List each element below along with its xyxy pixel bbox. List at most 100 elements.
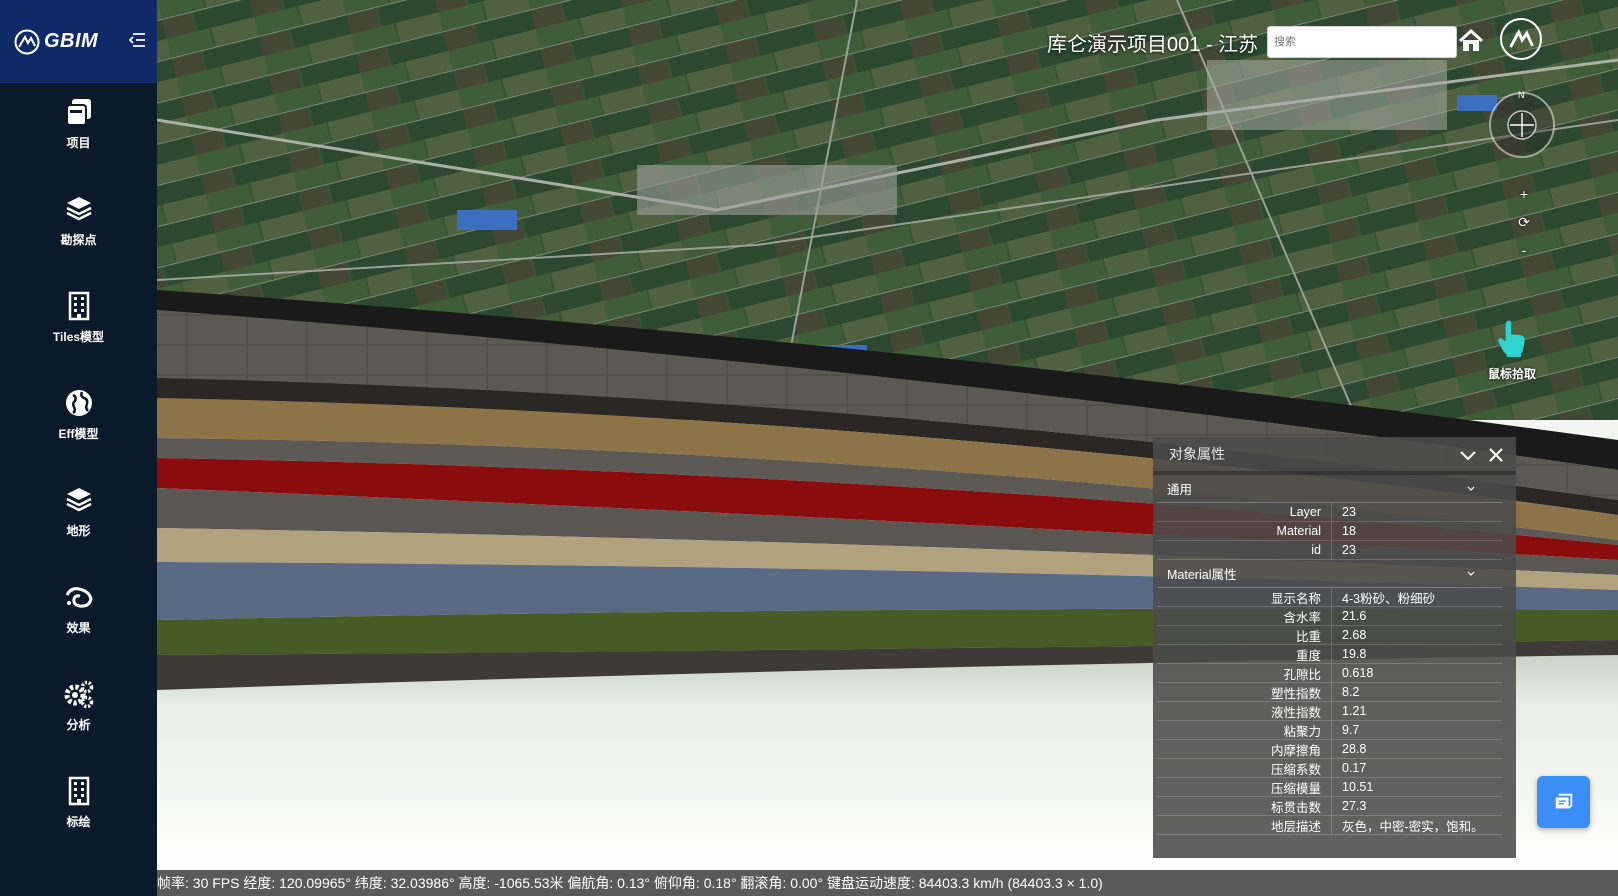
property-row: 塑性指数 8.2 <box>1157 683 1502 702</box>
property-row: 地层描述 灰色，中密-密实，饱和。 <box>1157 816 1502 835</box>
zoom-out-button[interactable]: - <box>1509 236 1539 264</box>
layers-icon <box>65 196 92 220</box>
zoom-controls: + ⟳ - <box>1509 180 1539 266</box>
home-icon[interactable] <box>1457 27 1485 55</box>
property-row: 孔隙比 0.618 <box>1157 664 1502 683</box>
sidebar-item-analysis[interactable]: 分析 <box>0 660 157 750</box>
effect-icon <box>65 586 93 608</box>
sidebar-item-tiles-model[interactable]: Tiles模型 <box>0 272 157 362</box>
brand-name: GBIM <box>44 30 99 52</box>
property-key: 含水率 <box>1157 607 1332 625</box>
gbim-logo-icon <box>1509 28 1534 48</box>
property-key: 重度 <box>1157 645 1332 663</box>
sidebar: GBIM 项目 勘探点 Tiles模型 Eff模型 地形 效果 分析 标绘 <box>0 0 157 896</box>
property-row: Material 18 <box>1157 522 1502 541</box>
menu-collapse-icon[interactable] <box>127 30 147 50</box>
property-value: 0.17 <box>1342 761 1367 775</box>
section-general: 通用 Layer 23 Material 18 id 23 <box>1157 475 1502 560</box>
brand-bar: GBIM <box>0 0 157 83</box>
gears-icon <box>64 680 93 708</box>
chevron-down-icon[interactable] <box>1458 445 1478 465</box>
property-row: Layer 23 <box>1157 503 1502 522</box>
property-value: 灰色，中密-密实，饱和。 <box>1342 819 1484 834</box>
section-material: Material属性 显示名称 4-3粉砂、粉细砂 含水率 21.6 比重 2.68 … <box>1157 560 1502 835</box>
section-header[interactable]: Material属性 <box>1157 560 1502 588</box>
object-properties-panel: 对象属性 通用 Layer 23 Material 18 id 23 Material… <box>1153 437 1516 858</box>
property-key: 塑性指数 <box>1157 683 1332 701</box>
sidebar-item-label: 标绘 <box>66 814 91 829</box>
property-row: 液性指数 1.21 <box>1157 702 1502 721</box>
property-key: 内摩擦角 <box>1157 740 1332 758</box>
compass-icon[interactable]: N <box>1487 90 1557 160</box>
property-value: 23 <box>1342 505 1356 519</box>
project-icon <box>65 98 91 126</box>
search-input[interactable] <box>1267 26 1457 58</box>
mouse-pick-tool[interactable]: 鼠标拾取 <box>1477 318 1547 382</box>
gbim-logo-icon <box>14 29 40 54</box>
panel-title: 对象属性 <box>1169 446 1225 462</box>
property-key: 压缩系数 <box>1157 759 1332 777</box>
property-key: 地层描述 <box>1157 816 1332 834</box>
project-title: 库仑演示项目001 - 江苏 <box>1047 34 1259 56</box>
property-value: 21.6 <box>1342 609 1367 623</box>
property-row: 含水率 21.6 <box>1157 607 1502 626</box>
property-value: 10.51 <box>1342 780 1374 794</box>
property-key: 粘聚力 <box>1157 721 1332 739</box>
property-value: 23 <box>1342 543 1356 557</box>
property-value: 0.618 <box>1342 666 1374 680</box>
property-key: id <box>1157 541 1332 559</box>
chevron-down-icon <box>1467 571 1475 576</box>
property-value: 2.68 <box>1342 628 1367 642</box>
property-row: 内摩擦角 28.8 <box>1157 740 1502 759</box>
chat-button[interactable] <box>1537 776 1590 828</box>
property-key: Material <box>1157 522 1332 540</box>
property-value: 27.3 <box>1342 799 1367 813</box>
sidebar-item-label: Tiles模型 <box>52 329 105 344</box>
property-key: 比重 <box>1157 626 1332 644</box>
property-row: 比重 2.68 <box>1157 626 1502 645</box>
property-value: 28.8 <box>1342 742 1367 756</box>
sidebar-item-label: Eff模型 <box>58 426 99 441</box>
sidebar-item-label: 勘探点 <box>60 232 97 247</box>
property-value: 18 <box>1342 524 1356 538</box>
property-key: 孔隙比 <box>1157 664 1332 682</box>
property-value: 1.21 <box>1342 704 1367 718</box>
sidebar-item-label: 地形 <box>66 523 91 538</box>
panel-header: 对象属性 <box>1153 437 1516 475</box>
sidebar-item-plotting[interactable]: 标绘 <box>0 757 157 847</box>
property-value: 19.8 <box>1342 647 1367 661</box>
close-icon[interactable] <box>1486 445 1506 465</box>
map-viewport[interactable]: 库仑演示项目001 - 江苏 N + ⟳ - 鼠标拾取 <box>157 0 1618 870</box>
zoom-in-button[interactable]: + <box>1509 180 1539 208</box>
property-row: 显示名称 4-3粉砂、粉细砂 <box>1157 588 1502 607</box>
globe-icon <box>65 389 92 416</box>
property-key: Layer <box>1157 503 1332 521</box>
sidebar-item-project[interactable]: 项目 <box>0 78 157 168</box>
property-row: id 23 <box>1157 541 1502 560</box>
sidebar-item-label: 效果 <box>66 620 91 635</box>
property-key: 标贯击数 <box>1157 797 1332 815</box>
building-icon <box>68 291 89 320</box>
property-row: 压缩系数 0.17 <box>1157 759 1502 778</box>
sidebar-item-effects[interactable]: 效果 <box>0 563 157 653</box>
property-row: 压缩模量 10.51 <box>1157 778 1502 797</box>
property-row: 重度 19.8 <box>1157 645 1502 664</box>
sidebar-item-label: 分析 <box>66 717 91 732</box>
chevron-down-icon <box>1467 486 1475 491</box>
property-key: 显示名称 <box>1157 588 1332 606</box>
building-icon <box>68 776 89 805</box>
sidebar-item-eff-model[interactable]: Eff模型 <box>0 369 157 459</box>
avatar[interactable] <box>1500 18 1542 60</box>
compass-north-label: N <box>1518 90 1525 100</box>
property-key: 液性指数 <box>1157 702 1332 720</box>
sidebar-item-terrain[interactable]: 地形 <box>0 466 157 556</box>
status-bar: 帧率: 30 FPS 经度: 120.09965° 纬度: 32.03986° … <box>157 870 1618 896</box>
property-value: 4-3粉砂、粉细砂 <box>1342 591 1436 606</box>
pointer-hand-icon <box>1498 320 1525 357</box>
section-header[interactable]: 通用 <box>1157 475 1502 503</box>
property-key: 压缩模量 <box>1157 778 1332 796</box>
property-value: 9.7 <box>1342 723 1360 737</box>
reset-view-button[interactable]: ⟳ <box>1509 208 1539 236</box>
sidebar-item-exploration-points[interactable]: 勘探点 <box>0 175 157 265</box>
property-row: 标贯击数 27.3 <box>1157 797 1502 816</box>
